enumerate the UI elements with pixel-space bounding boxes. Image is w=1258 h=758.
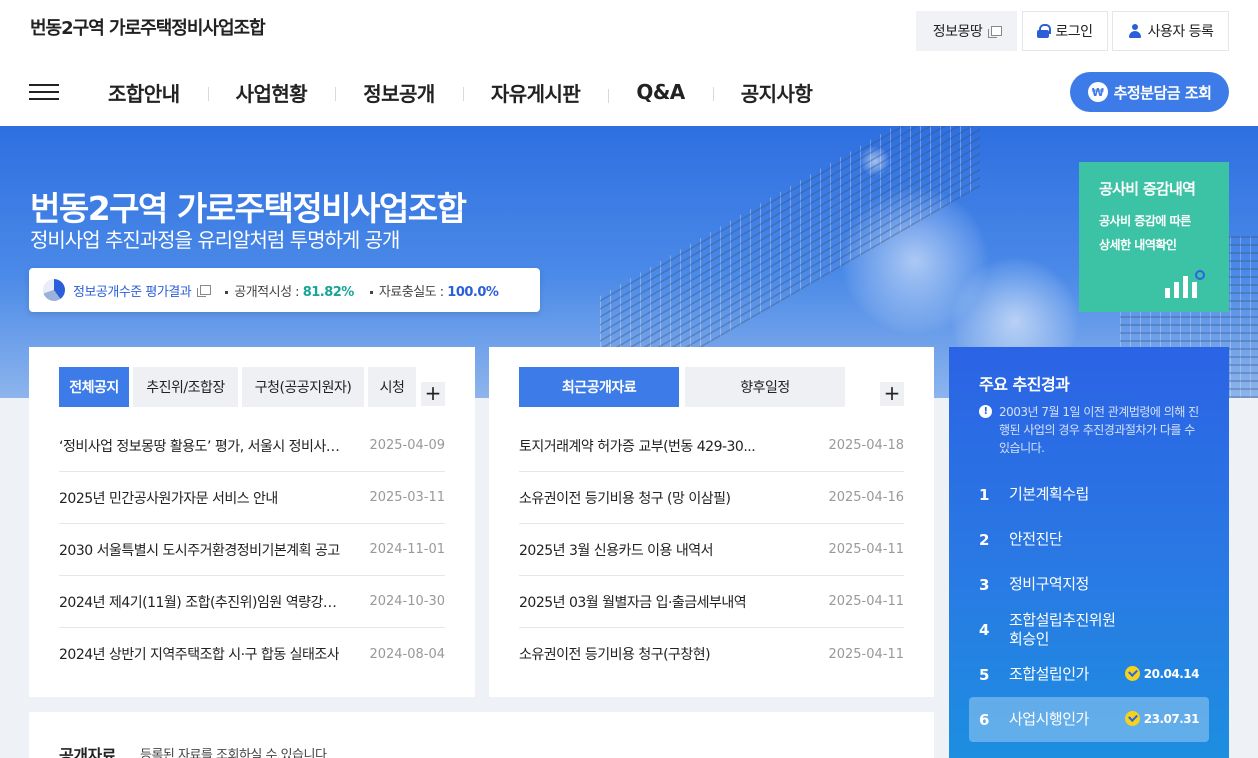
completeness-stat: 자료충실도 : 100.0% <box>369 281 499 300</box>
completed-badge: 23.07.31 <box>1124 711 1200 726</box>
tab-upcoming-schedule[interactable]: 향후일정 <box>685 367 845 407</box>
nav-item-project-status[interactable]: 사업현황 <box>207 78 336 107</box>
notice-tabs: 전체공지 추진위/조합장 구청(공공지원자) 시청 <box>59 367 416 407</box>
evaluation-box: 정보공개수준 평가결과 공개적시성 : 81.82% 자료충실도 : 100.0… <box>29 268 540 312</box>
progress-step[interactable]: 5 조합설립인가 20.04.14 <box>969 652 1209 697</box>
tab-all-notice[interactable]: 전체공지 <box>59 367 129 407</box>
progress-title: 주요 추진경과 <box>979 375 1070 394</box>
nav-item-notice[interactable]: 공지사항 <box>712 78 841 107</box>
register-button[interactable]: 사용자 등록 <box>1112 11 1229 51</box>
data-list: 토지거래계약 허가증 교부(번동 429-30... 2025-04-18 소유권… <box>519 420 904 680</box>
evaluation-logo-icon <box>43 279 65 301</box>
completeness-value: 100.0% <box>447 284 499 300</box>
timeliness-stat: 공개적시성 : 81.82% <box>225 281 354 300</box>
nav-item-union-info[interactable]: 조합안내 <box>80 78 208 107</box>
lock-icon <box>1037 24 1052 38</box>
completed-badge: 20.04.14 <box>1124 666 1200 681</box>
check-icon <box>1124 711 1140 726</box>
recent-data-panel: 최근공개자료 향후일정 + 토지거래계약 허가증 교부(번동 429-30...… <box>489 347 934 697</box>
estimate-share-button[interactable]: ₩ 추정분담금 조회 <box>1070 72 1229 112</box>
list-item[interactable]: 2025년 03월 월별자금 입·출금세부내역 2025-04-11 <box>519 576 904 628</box>
list-item[interactable]: 소유권이전 등기비용 청구(구창현) 2025-04-11 <box>519 628 904 680</box>
evaluation-result-link[interactable]: 정보공개수준 평가결과 <box>73 281 192 300</box>
data-more-button[interactable]: + <box>880 382 904 406</box>
list-item[interactable]: 2024년 상반기 지역주택조합 시·구 합동 실태조사 2024-08-04 <box>59 628 445 680</box>
list-item[interactable]: 2024년 제4기(11월) 조합(추진위)임원 역량강화 교육 2024-10-… <box>59 576 445 628</box>
cost-card-desc-2: 상세한 내역확인 <box>1099 238 1177 252</box>
login-button[interactable]: 로그인 <box>1022 11 1108 51</box>
info-icon: ! <box>979 405 992 418</box>
register-label: 사용자 등록 <box>1147 24 1214 40</box>
tab-district-office[interactable]: 구청(공공지원자) <box>242 367 364 407</box>
notice-list: ‘정비사업 정보몽땅 활용도’ 평가, 서울시 정비사업 조합 2025-04-0… <box>59 420 445 680</box>
tab-recent-data[interactable]: 최근공개자료 <box>519 367 679 407</box>
public-data-title: 공개자료 <box>59 746 116 758</box>
user-icon <box>1128 24 1142 38</box>
progress-note: ! 2003년 7월 1일 이전 관계법령에 의해 진행된 사업의 경우 추진경… <box>979 403 1199 457</box>
timeliness-value: 81.82% <box>302 284 355 300</box>
public-data-panel: 공개자료 등록된 자료를 조회하실 수 있습니다 <box>29 712 934 758</box>
site-title[interactable]: 번동2구역 가로주택정비사업조합 <box>30 14 266 40</box>
check-icon <box>1124 666 1140 681</box>
list-item[interactable]: 2030 서울특별시 도시주거환경정비기본계획 공고 2024-11-01 <box>59 524 445 576</box>
progress-step-current[interactable]: 6 사업시행인가 23.07.31 <box>969 697 1209 742</box>
cost-card-desc-1: 공사비 증감에 따른 <box>1099 214 1191 228</box>
progress-step[interactable]: 3 정비구역지정 <box>969 562 1209 607</box>
progress-step[interactable]: 4 조합설립추진위원 회승인 <box>969 607 1209 652</box>
nav-item-qna[interactable]: Q&A <box>608 80 712 104</box>
nav-item-free-board[interactable]: 자유게시판 <box>462 78 609 107</box>
list-item[interactable]: ‘정비사업 정보몽땅 활용도’ 평가, 서울시 정비사업 조합 2025-04-0… <box>59 420 445 472</box>
main-nav: 조합안내 사업현황 정보공개 자유게시판 Q&A 공지사항 <box>80 76 840 108</box>
external-link-icon <box>197 284 212 297</box>
list-item[interactable]: 소유권이전 등기비용 청구 (망 이삼필) 2025-04-16 <box>519 472 904 524</box>
progress-step[interactable]: 2 안전진단 <box>969 517 1209 562</box>
nav-item-disclosure[interactable]: 정보공개 <box>335 78 463 107</box>
won-icon: ₩ <box>1087 82 1108 102</box>
cost-card-title: 공사비 증감내역 <box>1099 180 1196 198</box>
info-link-button[interactable]: 정보몽땅 <box>916 11 1017 51</box>
list-item[interactable]: 2025년 3월 신용카드 이용 내역서 2025-04-11 <box>519 524 904 576</box>
external-link-icon <box>988 25 1003 38</box>
estimate-share-label: 추정분담금 조회 <box>1113 83 1212 102</box>
tab-committee[interactable]: 추진위/조합장 <box>133 367 238 407</box>
login-label: 로그인 <box>1055 24 1093 40</box>
data-tabs: 최근공개자료 향후일정 <box>519 367 845 407</box>
list-item[interactable]: 토지거래계약 허가증 교부(번동 429-30... 2025-04-18 <box>519 420 904 472</box>
notice-more-button[interactable]: + <box>421 382 445 406</box>
header: 번동2구역 가로주택정비사업조합 정보몽땅 로그인 사용자 등록 조합안내 사업… <box>0 0 1258 126</box>
progress-steps: 1 기본계획수립 2 안전진단 3 정비구역지정 4 조합설립추진위원 회승인 5 조합설… <box>969 472 1209 742</box>
info-link-label: 정보몽땅 <box>932 24 983 40</box>
cost-change-card[interactable]: 공사비 증감내역 공사비 증감에 따른 상세한 내역확인 <box>1079 162 1229 312</box>
hero-title: 번동2구역 가로주택정비사업조합 <box>30 189 467 228</box>
tab-city-hall[interactable]: 시청 <box>368 367 416 407</box>
public-data-desc: 등록된 자료를 조회하실 수 있습니다 <box>140 748 327 758</box>
list-item[interactable]: 2025년 민간공사원가자문 서비스 안내 2025-03-11 <box>59 472 445 524</box>
progress-panel: 주요 추진경과 ! 2003년 7월 1일 이전 관계법령에 의해 진행된 사업… <box>949 347 1229 758</box>
progress-step[interactable]: 1 기본계획수립 <box>969 472 1209 517</box>
bar-chart-search-icon <box>1165 270 1205 298</box>
notice-panel: 전체공지 추진위/조합장 구청(공공지원자) 시청 + ‘정비사업 정보몽땅 활… <box>29 347 475 697</box>
menu-icon[interactable] <box>29 84 59 100</box>
hero-subtitle: 정비사업 추진과정을 유리알처럼 투명하게 공개 <box>30 228 400 252</box>
